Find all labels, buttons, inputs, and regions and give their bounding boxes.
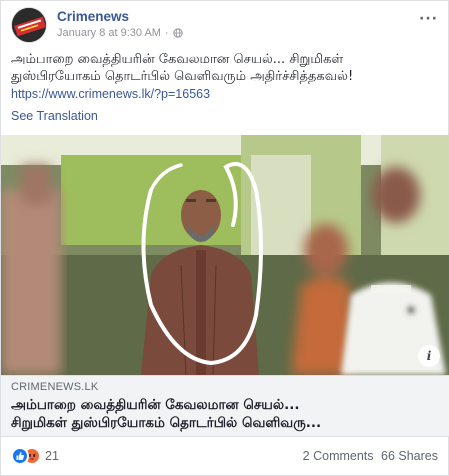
comments-count-link[interactable]: 2 Comments [303, 449, 374, 463]
page-logo-icon [12, 8, 46, 42]
link-preview-card[interactable]: CRIMENEWS.LK அம்பாறை வைத்தியரின் கேவலமான… [1, 375, 449, 437]
link-title-line: அம்பாறை வைத்தியரின் கேவலமான செயல்... [11, 397, 300, 413]
page-avatar[interactable] [11, 7, 47, 43]
post-message: அம்பாறை வைத்தியரின் கேவலமான செயல்... சிற… [11, 51, 438, 85]
post-message-line: துஸ்பிரயோகம் தொடர்பில் வெளிவரும் அதிர்ச்… [11, 69, 354, 84]
engagement-stats: 2 Comments 66 Shares [299, 449, 438, 463]
link-domain: CRIMENEWS.LK [11, 381, 99, 393]
post-meta: January 8 at 9:30 AM · [57, 27, 183, 39]
facebook-post: Crimenews January 8 at 9:30 AM · ··· அம்… [0, 0, 449, 476]
post-url-link[interactable]: https://www.crimenews.lk/?p=16563 [11, 87, 210, 101]
page-name-link[interactable]: Crimenews [57, 9, 129, 24]
link-title: அம்பாறை வைத்தியரின் கேவலமான செயல்... சிற… [11, 396, 440, 432]
shares-count-link[interactable]: 66 Shares [381, 449, 438, 463]
meta-separator: · [164, 27, 169, 39]
reaction-count: 21 [45, 449, 59, 463]
like-reaction-icon [11, 447, 29, 465]
post-options-button[interactable]: ··· [419, 11, 438, 27]
info-icon[interactable]: i [418, 345, 440, 367]
post-timestamp[interactable]: January 8 at 9:30 AM [57, 27, 161, 39]
post-header: Crimenews January 8 at 9:30 AM · ··· [11, 7, 438, 43]
globe-icon[interactable] [172, 28, 183, 38]
link-title-line: சிறுமிகள் துஸ்பிரயோகம் தொடர்பில் வெளிவரு… [11, 415, 322, 431]
post-message-line: அம்பாறை வைத்தியரின் கேவலமான செயல்... சிற… [11, 52, 344, 67]
post-footer: 21 2 Comments 66 Shares [11, 447, 438, 467]
news-photo [1, 135, 449, 375]
reactions-summary[interactable]: 21 [11, 447, 59, 465]
see-translation-link[interactable]: See Translation [11, 109, 98, 123]
link-preview-image[interactable]: i [1, 135, 449, 375]
